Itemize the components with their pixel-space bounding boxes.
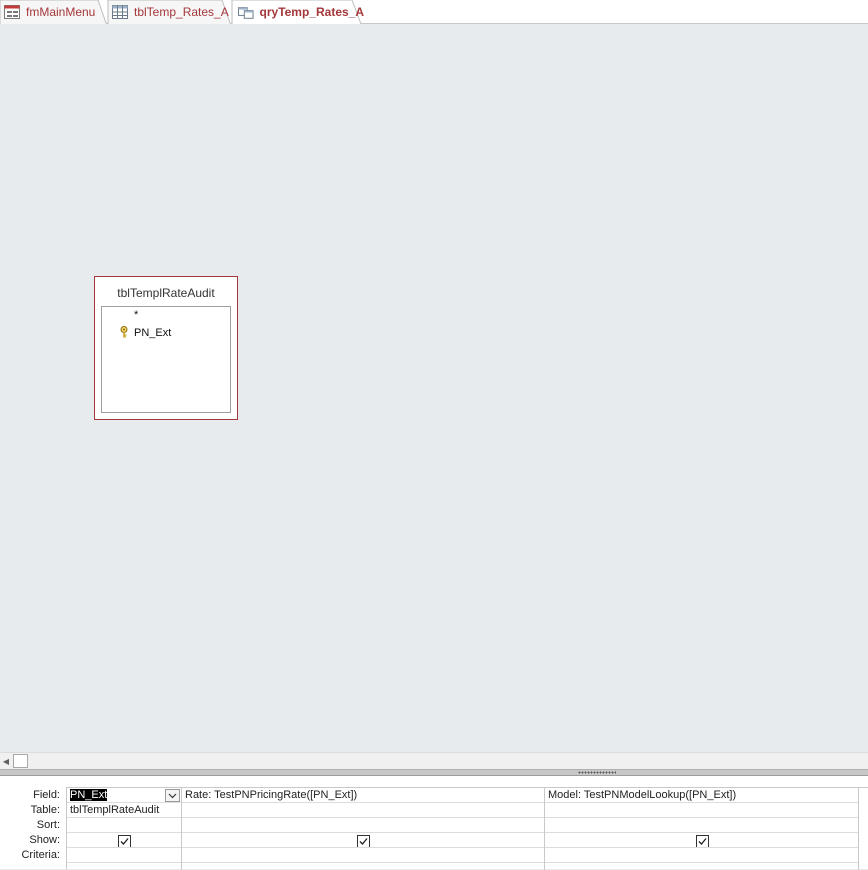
grid-columns: PN_Ext tblTemplRateAudit Rate: TestPNPri… <box>66 787 868 870</box>
query-design-grid: Field: Table: Sort: Show: Criteria: PN_E… <box>0 776 868 870</box>
grid-column: PN_Ext tblTemplRateAudit <box>67 788 182 870</box>
row-label-field: Field: <box>33 789 60 801</box>
table-cell[interactable] <box>182 803 544 818</box>
checkmark-icon <box>120 838 129 845</box>
show-cell <box>182 833 544 848</box>
table-field-list-title[interactable]: tblTemplRateAudit <box>95 286 237 300</box>
field-item-pn-ext[interactable]: PN_Ext <box>102 326 230 343</box>
table-cell[interactable]: tblTemplRateAudit <box>67 803 181 818</box>
table-field-list[interactable]: tblTemplRateAudit * PN_Ext <box>94 276 238 420</box>
sort-cell[interactable] <box>182 818 544 833</box>
tab-label: qryTemp_Rates_A <box>259 5 364 19</box>
tab-fmmainmenu[interactable]: fmMainMenu <box>0 0 108 24</box>
grid-column: Model: TestPNModelLookup([PN_Ext]) <box>545 788 859 870</box>
field-item-all[interactable]: * <box>102 309 230 325</box>
checkmark-icon <box>359 838 368 845</box>
field-cell-value: Model: TestPNModelLookup([PN_Ext]) <box>548 789 737 801</box>
tab-label: tblTemp_Rates_A <box>134 5 229 19</box>
sort-cell[interactable] <box>67 818 181 833</box>
table-cell[interactable] <box>545 803 858 818</box>
query-icon <box>238 7 254 19</box>
horizontal-scrollbar[interactable]: ◀ <box>0 752 868 769</box>
row-label-show: Show: <box>29 834 60 846</box>
criteria-cell[interactable] <box>545 848 858 863</box>
show-cell <box>67 833 181 848</box>
grid-row-labels: Field: Table: Sort: Show: Criteria: <box>0 776 66 869</box>
tab-label: fmMainMenu <box>26 5 96 19</box>
show-cell <box>545 833 858 848</box>
grid-column-empty[interactable] <box>859 788 868 870</box>
field-list[interactable]: * PN_Ext <box>101 306 231 413</box>
sort-cell[interactable] <box>545 818 858 833</box>
row-label-sort: Sort: <box>36 819 60 831</box>
criteria-cell[interactable] <box>67 848 181 863</box>
scroll-left-arrow-icon[interactable]: ◀ <box>0 753 12 769</box>
field-name: PN_Ext <box>134 327 172 339</box>
pane-splitter[interactable] <box>0 769 868 776</box>
row-label-criteria: Criteria: <box>21 849 60 861</box>
table-cell-value: tblTemplRateAudit <box>70 804 160 816</box>
table-icon <box>112 5 128 19</box>
tab-tbltemp-rates-a[interactable]: tblTemp_Rates_A <box>106 0 234 24</box>
show-checkbox[interactable] <box>357 835 370 847</box>
show-checkbox[interactable] <box>118 835 131 847</box>
field-cell[interactable]: Rate: TestPNPricingRate([PN_Ext]) <box>182 788 544 803</box>
field-cell-value: Rate: TestPNPricingRate([PN_Ext]) <box>185 789 358 801</box>
query-design-surface[interactable]: tblTemplRateAudit * PN_Ext <box>0 24 868 752</box>
field-cell[interactable]: PN_Ext <box>67 788 181 803</box>
show-checkbox[interactable] <box>696 835 709 847</box>
form-icon <box>4 5 20 19</box>
field-dropdown-button[interactable] <box>165 789 180 802</box>
field-cell-value: PN_Ext <box>70 789 108 801</box>
checkmark-icon <box>698 838 707 845</box>
scrollbar-thumb[interactable] <box>13 754 28 768</box>
primary-key-icon <box>120 326 128 338</box>
field-cell[interactable]: Model: TestPNModelLookup([PN_Ext]) <box>545 788 858 803</box>
splitter-grip-icon[interactable] <box>578 771 616 774</box>
criteria-cell[interactable] <box>182 848 544 863</box>
field-name: * <box>134 309 139 321</box>
chevron-down-icon <box>168 793 177 798</box>
grid-column: Rate: TestPNPricingRate([PN_Ext]) <box>182 788 545 870</box>
tab-qrytemp-rates-a[interactable]: qryTemp_Rates_A <box>230 0 364 24</box>
document-tab-strip: fmMainMenu tblTemp_Rates_A qryTemp_Rates… <box>0 0 868 24</box>
row-label-table: Table: <box>30 804 60 816</box>
